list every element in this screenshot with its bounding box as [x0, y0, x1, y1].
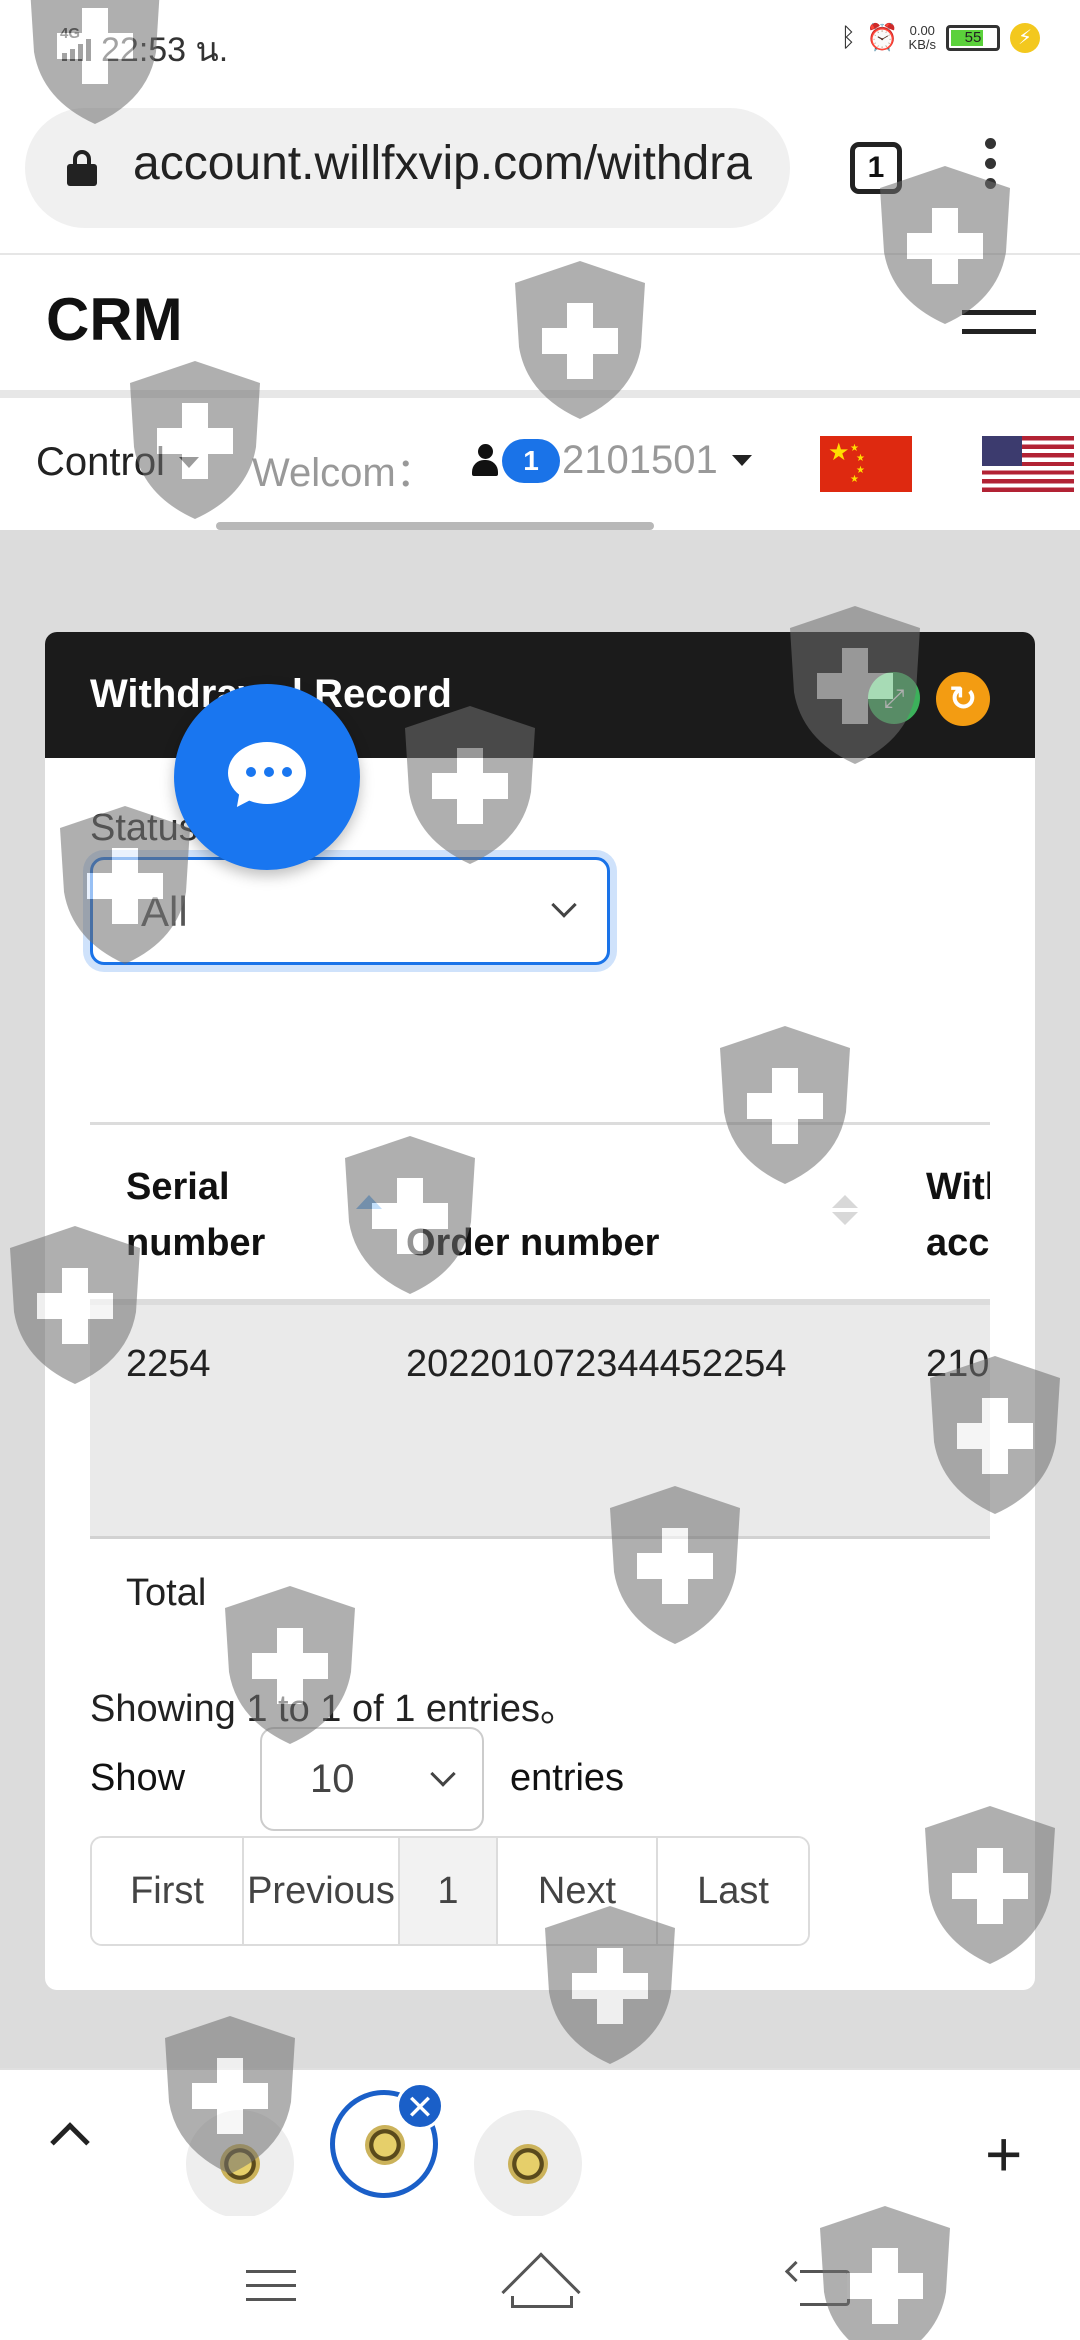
status-select-value: All — [141, 888, 188, 935]
status-left: 4G 22:53 น. — [60, 22, 229, 76]
tab-thumbnail[interactable] — [186, 2110, 294, 2218]
table-row[interactable]: 2254 20220107234445​2254 21015 — [90, 1305, 990, 1539]
more-options-icon[interactable] — [985, 138, 997, 198]
control-dropdown[interactable]: Control — [36, 440, 199, 485]
site-favicon-icon — [508, 2144, 548, 2184]
clock: 22:53 น. — [101, 31, 229, 69]
status-bar: 4G 22:53 น. ᛒ ⏰ 0.00 KB/s 55 ⚡ — [0, 0, 1080, 90]
us-flag-icon[interactable] — [982, 436, 1074, 492]
page-length-value: 10 — [310, 1757, 355, 1801]
caret-down-icon — [731, 455, 752, 466]
china-flag-icon[interactable]: ★ ★ ★ ★ ★ — [820, 436, 912, 492]
welcome-label: Welcom： — [252, 451, 436, 495]
header-divider — [0, 390, 1080, 398]
charging-icon: ⚡ — [1010, 22, 1040, 53]
site-favicon-icon — [365, 2125, 405, 2165]
cell-withdraw-account: 21015 — [926, 1343, 990, 1385]
sort-icon[interactable] — [832, 1195, 858, 1225]
battery-level: 55 — [964, 28, 982, 46]
pagination-next[interactable]: Next — [498, 1838, 658, 1944]
battery-icon: 55 — [946, 24, 1000, 51]
expand-icon[interactable]: ⤢ — [868, 672, 920, 724]
pagination-last[interactable]: Last — [658, 1838, 808, 1944]
notification-badge: 1 — [502, 438, 560, 483]
entries-label: entries — [510, 1757, 625, 1799]
pagination-page-1[interactable]: 1 — [400, 1838, 498, 1944]
cell-serial: 2254 — [126, 1343, 211, 1385]
browser-tab-strip: ✕ + — [0, 2068, 1080, 2218]
status-select[interactable]: All — [90, 857, 610, 965]
chevron-down-icon — [430, 1761, 456, 1787]
refresh-icon[interactable]: ↻ — [936, 672, 990, 726]
entries-info: Showing 1 to 1 of 1 entries。 — [90, 1688, 578, 1730]
table-total-label: Total — [126, 1572, 207, 1614]
sort-ascending-icon[interactable] — [356, 1195, 382, 1209]
page-length-control: Show 10 entries — [90, 1727, 790, 1831]
top-nav: Control Welcom： 1 2101501 ★ ★ ★ ★ ★ — [0, 398, 1080, 530]
status-right: ᛒ ⏰ 0.00 KB/s 55 ⚡ — [841, 22, 1040, 53]
address-bar[interactable]: account.willfxvip.com/withdra — [25, 108, 790, 228]
horizontal-scroll-indicator[interactable] — [216, 522, 654, 530]
alarm-icon: ⏰ — [866, 22, 899, 52]
withdrawal-record-card: Withdrawal Record ⤢ ↻ Status All Serial … — [45, 632, 1035, 1990]
close-tab-icon[interactable]: ✕ — [396, 2082, 444, 2130]
bluetooth-icon: ᛒ — [840, 22, 857, 52]
site-favicon-icon — [220, 2144, 260, 2184]
network-type: 4G — [60, 25, 81, 42]
chat-bubble-icon — [228, 742, 306, 815]
withdrawal-table: Serial number Order number Withd accou 2… — [90, 1122, 990, 1546]
browser-toolbar: account.willfxvip.com/withdra 1 — [0, 90, 1080, 255]
new-tab-icon[interactable]: + — [985, 2122, 1022, 2186]
site-header: CRM — [0, 255, 1080, 390]
show-label: Show — [90, 1757, 186, 1799]
tab-thumbnail[interactable] — [474, 2110, 582, 2218]
pagination: First Previous 1 Next Last — [90, 1836, 810, 1946]
cell-order: 20220107234445​2254 — [406, 1343, 787, 1385]
signal-icon: 4G — [60, 25, 91, 61]
account-number: 2101501 — [562, 438, 718, 482]
url-text[interactable]: account.willfxvip.com/withdra — [133, 136, 752, 191]
recents-icon[interactable] — [246, 2270, 296, 2312]
user-dropdown[interactable]: 1 2101501 — [470, 438, 752, 483]
caret-down-icon — [178, 457, 199, 468]
lock-icon[interactable] — [67, 150, 97, 186]
pagination-first[interactable]: First — [92, 1838, 244, 1944]
control-label: Control — [36, 440, 165, 484]
chevron-up-icon[interactable] — [50, 2122, 90, 2162]
pagination-previous[interactable]: Previous — [244, 1838, 400, 1944]
net-speed: 0.00 KB/s — [908, 22, 936, 52]
hamburger-menu-icon[interactable] — [962, 310, 1036, 340]
system-navigation-bar — [0, 2216, 1080, 2340]
brand-logo[interactable]: CRM — [46, 285, 183, 354]
back-icon[interactable] — [800, 2270, 850, 2306]
page-length-select[interactable]: 10 — [260, 1727, 484, 1831]
chevron-down-icon — [551, 892, 577, 918]
home-icon[interactable] — [501, 2252, 581, 2332]
chat-button[interactable] — [174, 684, 360, 870]
user-icon — [470, 443, 500, 478]
tab-switcher-button[interactable]: 1 — [850, 142, 902, 194]
